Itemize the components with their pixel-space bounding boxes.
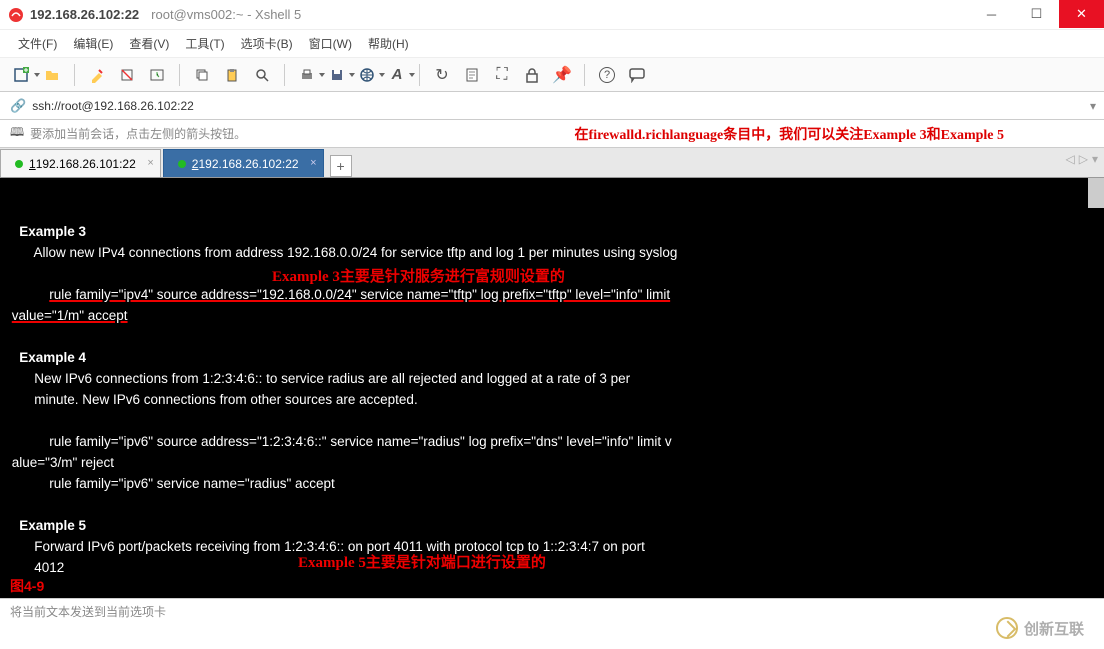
link-icon: 🔗 [10,98,26,114]
status-dot-icon [15,160,23,168]
menu-file[interactable]: 文件(F) [12,32,63,55]
address-text: ssh://root@192.168.26.102:22 [32,99,194,113]
term-line [8,287,49,302]
toolbar-separator [179,64,180,86]
new-session-button[interactable] [10,63,34,87]
script-button[interactable] [460,63,484,87]
tab-bar: 1 192.168.26.101:22 × 2 192.168.26.102:2… [0,148,1104,178]
tab-list-icon[interactable]: ▾ [1092,152,1098,166]
session-tab-1[interactable]: 1 192.168.26.101:22 × [0,149,161,177]
disconnect-button[interactable] [115,63,139,87]
maximize-button[interactable]: ☐ [1014,0,1059,28]
toolbar: A ↻ ⛶ 📌 ? [0,58,1104,92]
hint-text: 要添加当前会话，点击左侧的箭头按钮。 [30,125,246,142]
status-dot-icon [178,160,186,168]
add-tab-button[interactable]: + [330,155,352,177]
term-line: rule family="ipv6" service name="radius"… [8,476,335,491]
term-line: Example 5 [8,518,86,533]
save-button[interactable] [325,63,349,87]
term-line: Allow new IPv4 connections from address … [8,245,677,260]
toolbar-separator [284,64,285,86]
term-line-underlined: rule family="ipv4" source address="192.1… [49,287,670,302]
term-line: Forward IPv6 port/packets receiving from… [8,539,645,554]
lock-button[interactable] [520,63,544,87]
term-line: minute. New IPv6 connections from other … [8,392,418,407]
hint-bar: 🕮 要添加当前会话，点击左侧的箭头按钮。 在firewalld.richlang… [0,120,1104,148]
session-tab-2[interactable]: 2 192.168.26.102:22 × [163,149,324,177]
chat-button[interactable] [625,63,649,87]
bookmark-icon[interactable]: 🕮 [10,123,24,144]
tab-close-icon[interactable]: × [310,157,316,169]
window-title-main: 192.168.26.102:22 [30,7,139,22]
window-title-sub: root@vms002:~ - Xshell 5 [151,7,301,22]
annotation-example3: Example 3主要是针对服务进行富规则设置的 [272,268,565,287]
refresh-button[interactable]: ↻ [430,63,454,87]
tab-label: 192.168.26.102:22 [198,157,298,171]
figure-label: 图4-9 [10,577,44,596]
toolbar-separator [584,64,585,86]
print-button[interactable] [295,63,319,87]
menu-tabs[interactable]: 选项卡(B) [235,32,299,55]
menu-window[interactable]: 窗口(W) [303,32,358,55]
minimize-button[interactable]: ─ [969,0,1014,28]
reconnect-button[interactable] [145,63,169,87]
term-line: Example 4 [8,350,86,365]
pin-button[interactable]: 📌 [550,63,574,87]
status-bar: 将当前文本发送到当前选项卡 [0,598,1104,624]
term-line: rule family="ipv6" source address="1:2:3… [8,434,672,449]
scrollbar-thumb[interactable] [1088,178,1104,208]
font-button[interactable]: A [385,63,409,87]
toolbar-separator [419,64,420,86]
term-line-underlined: value="1/m" accept [12,308,128,323]
tab-nav: ◁ ▷ ▾ [1066,152,1099,166]
tab-prev-icon[interactable]: ◁ [1066,152,1075,166]
close-button[interactable]: ✕ [1059,0,1104,28]
web-button[interactable] [355,63,379,87]
watermark-text: 创新互联 [1024,618,1084,639]
watermark-icon [996,617,1018,639]
tab-accel: 1 [29,157,36,171]
fullscreen-button[interactable]: ⛶ [490,63,514,87]
tab-label: 192.168.26.101:22 [36,157,136,171]
paste-button[interactable] [220,63,244,87]
tab-close-icon[interactable]: × [147,157,153,169]
terminal[interactable]: Example 3 Allow new IPv4 connections fro… [0,178,1104,598]
menu-edit[interactable]: 编辑(E) [67,32,119,55]
address-bar[interactable]: 🔗 ssh://root@192.168.26.102:22 ▾ [0,92,1104,120]
properties-button[interactable] [85,63,109,87]
toolbar-separator [74,64,75,86]
menu-view[interactable]: 查看(V) [123,32,175,55]
app-icon [8,7,24,23]
annotation-top: 在firewalld.richlanguage条目中，我们可以关注Example… [575,124,1004,144]
watermark: 创新互联 [996,617,1084,639]
find-button[interactable] [250,63,274,87]
copy-button[interactable] [190,63,214,87]
annotation-example5: Example 5主要是针对端口进行设置的 [298,554,546,573]
help-button[interactable]: ? [595,63,619,87]
term-line: 4012 [8,560,64,575]
term-line: alue="3/m" reject [8,455,114,470]
term-line: New IPv6 connections from 1:2:3:4:6:: to… [8,371,630,386]
tab-accel: 2 [192,157,199,171]
status-text: 将当前文本发送到当前选项卡 [10,603,166,620]
tab-next-icon[interactable]: ▷ [1079,152,1088,166]
menu-bar: 文件(F) 编辑(E) 查看(V) 工具(T) 选项卡(B) 窗口(W) 帮助(… [0,30,1104,58]
term-line: Example 3 [8,224,86,239]
address-dropdown-icon[interactable]: ▾ [1090,99,1096,113]
menu-tools[interactable]: 工具(T) [179,32,230,55]
menu-help[interactable]: 帮助(H) [362,32,415,55]
open-button[interactable] [40,63,64,87]
title-bar: 192.168.26.102:22 root@vms002:~ - Xshell… [0,0,1104,30]
